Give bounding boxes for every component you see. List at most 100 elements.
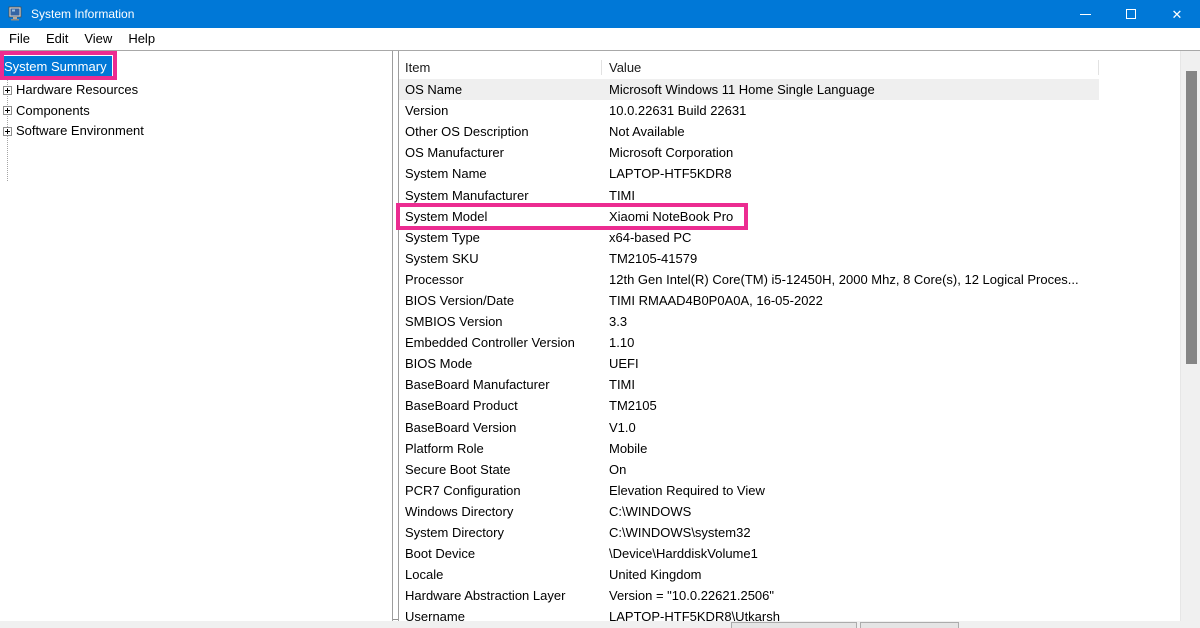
- table-row[interactable]: Processor12th Gen Intel(R) Core(TM) i5-1…: [399, 269, 1099, 290]
- table-row[interactable]: BaseBoard ProductTM2105: [399, 395, 1099, 416]
- row-item: BaseBoard Version: [399, 420, 602, 435]
- row-item: System Name: [399, 166, 602, 181]
- list-header: Item Value: [399, 51, 1180, 79]
- row-value: C:\WINDOWS\system32: [602, 525, 1099, 540]
- table-row[interactable]: System SKUTM2105-41579: [399, 248, 1099, 269]
- row-value: C:\WINDOWS: [602, 504, 1099, 519]
- table-row[interactable]: Windows DirectoryC:\WINDOWS: [399, 501, 1099, 522]
- row-value: V1.0: [602, 420, 1099, 435]
- row-item: OS Name: [399, 82, 602, 97]
- row-value: UEFI: [602, 356, 1099, 371]
- row-item: BIOS Version/Date: [399, 293, 602, 308]
- row-item: OS Manufacturer: [399, 145, 602, 160]
- table-row[interactable]: BIOS ModeUEFI: [399, 353, 1099, 374]
- table-row[interactable]: LocaleUnited Kingdom: [399, 564, 1099, 585]
- table-row[interactable]: BaseBoard ManufacturerTIMI: [399, 374, 1099, 395]
- table-body: OS NameMicrosoft Windows 11 Home Single …: [399, 79, 1180, 621]
- row-item: BaseBoard Product: [399, 398, 602, 413]
- table-row[interactable]: System ManufacturerTIMI: [399, 184, 1099, 205]
- column-header-value[interactable]: Value: [602, 60, 1099, 75]
- row-value: x64-based PC: [602, 230, 1099, 245]
- row-item: PCR7 Configuration: [399, 483, 602, 498]
- row-item: Hardware Abstraction Layer: [399, 588, 602, 603]
- table-row[interactable]: UsernameLAPTOP-HTF5KDR8\Utkarsh: [399, 606, 1099, 621]
- table-row[interactable]: Secure Boot StateOn: [399, 459, 1099, 480]
- table-row[interactable]: System DirectoryC:\WINDOWS\system32: [399, 522, 1099, 543]
- row-item: BaseBoard Manufacturer: [399, 377, 602, 392]
- row-value: Version = "10.0.22621.2506": [602, 588, 1099, 603]
- row-value: 3.3: [602, 314, 1099, 329]
- row-value: TIMI: [602, 377, 1099, 392]
- tree-item-hardware-resources[interactable]: Hardware Resources: [0, 80, 138, 100]
- close-icon: ✕: [1172, 8, 1183, 21]
- maximize-icon: [1126, 9, 1136, 19]
- table-row[interactable]: BaseBoard VersionV1.0: [399, 417, 1099, 438]
- menu-edit[interactable]: Edit: [38, 28, 76, 50]
- tree-item-label: Software Environment: [16, 121, 144, 141]
- expand-plus-icon[interactable]: [3, 106, 12, 115]
- tree-item-components[interactable]: Components: [0, 101, 90, 121]
- row-item: Other OS Description: [399, 124, 602, 139]
- table-row[interactable]: Boot Device\Device\HarddiskVolume1: [399, 543, 1099, 564]
- table-row[interactable]: System Typex64-based PC: [399, 227, 1099, 248]
- title-bar: System Information ✕: [0, 0, 1200, 28]
- row-value: Elevation Required to View: [602, 483, 1099, 498]
- expand-plus-icon[interactable]: [3, 86, 12, 95]
- tree-item-label: Hardware Resources: [16, 80, 138, 100]
- row-item: System Directory: [399, 525, 602, 540]
- row-item: Locale: [399, 567, 602, 582]
- table-row[interactable]: Platform RoleMobile: [399, 438, 1099, 459]
- row-value: Mobile: [602, 441, 1099, 456]
- table-row[interactable]: OS NameMicrosoft Windows 11 Home Single …: [399, 79, 1099, 100]
- tree-item-label: Components: [16, 101, 90, 121]
- find-button-partial[interactable]: [731, 622, 857, 628]
- table-row[interactable]: OS ManufacturerMicrosoft Corporation: [399, 142, 1099, 163]
- row-value: Not Available: [602, 124, 1099, 139]
- table-row[interactable]: Embedded Controller Version1.10: [399, 332, 1099, 353]
- menu-help[interactable]: Help: [120, 28, 163, 50]
- row-value: TIMI RMAAD4B0P0A0A, 16-05-2022: [602, 293, 1099, 308]
- row-item: Embedded Controller Version: [399, 335, 602, 350]
- tree-item-system-summary[interactable]: System Summary: [2, 56, 112, 77]
- table-row[interactable]: System ModelXiaomi NoteBook Pro: [399, 206, 1099, 227]
- table-row[interactable]: SMBIOS Version3.3: [399, 311, 1099, 332]
- table-row[interactable]: Version10.0.22631 Build 22631: [399, 100, 1099, 121]
- table-row[interactable]: BIOS Version/DateTIMI RMAAD4B0P0A0A, 16-…: [399, 290, 1099, 311]
- row-item: Secure Boot State: [399, 462, 602, 477]
- row-value: TM2105: [602, 398, 1099, 413]
- window-title: System Information: [31, 7, 134, 21]
- close-button[interactable]: ✕: [1154, 0, 1200, 28]
- row-value: 10.0.22631 Build 22631: [602, 103, 1099, 118]
- vertical-scrollbar[interactable]: [1180, 51, 1200, 621]
- row-value: Microsoft Corporation: [602, 145, 1099, 160]
- column-header-item[interactable]: Item: [399, 60, 602, 75]
- scrollbar-thumb[interactable]: [1186, 71, 1197, 364]
- details-list-pane: Item Value OS NameMicrosoft Windows 11 H…: [398, 51, 1180, 621]
- menu-file[interactable]: File: [1, 28, 38, 50]
- menu-view[interactable]: View: [76, 28, 120, 50]
- table-row[interactable]: PCR7 ConfigurationElevation Required to …: [399, 480, 1099, 501]
- table-row[interactable]: Hardware Abstraction LayerVersion = "10.…: [399, 585, 1099, 606]
- row-item: System Model: [399, 209, 602, 224]
- table-row[interactable]: Other OS DescriptionNot Available: [399, 121, 1099, 142]
- row-item: Version: [399, 103, 602, 118]
- row-item: Username: [399, 609, 602, 621]
- row-value: TIMI: [602, 188, 1099, 203]
- category-tree-pane: System Summary Hardware Resources Compon…: [0, 51, 393, 621]
- content-area: System Summary Hardware Resources Compon…: [0, 50, 1200, 620]
- minimize-button[interactable]: [1062, 0, 1108, 28]
- row-item: SMBIOS Version: [399, 314, 602, 329]
- row-value: Xiaomi NoteBook Pro: [602, 209, 1099, 224]
- row-item: Platform Role: [399, 441, 602, 456]
- row-item: System SKU: [399, 251, 602, 266]
- row-value: LAPTOP-HTF5KDR8: [602, 166, 1099, 181]
- maximize-button[interactable]: [1108, 0, 1154, 28]
- row-item: Windows Directory: [399, 504, 602, 519]
- window-controls: ✕: [1062, 0, 1200, 28]
- table-row[interactable]: System NameLAPTOP-HTF5KDR8: [399, 163, 1099, 184]
- row-value: LAPTOP-HTF5KDR8\Utkarsh: [602, 609, 1099, 621]
- close-find-button-partial[interactable]: [860, 622, 959, 628]
- expand-plus-icon[interactable]: [3, 127, 12, 136]
- tree-item-software-environment[interactable]: Software Environment: [0, 121, 144, 141]
- row-value: 1.10: [602, 335, 1099, 350]
